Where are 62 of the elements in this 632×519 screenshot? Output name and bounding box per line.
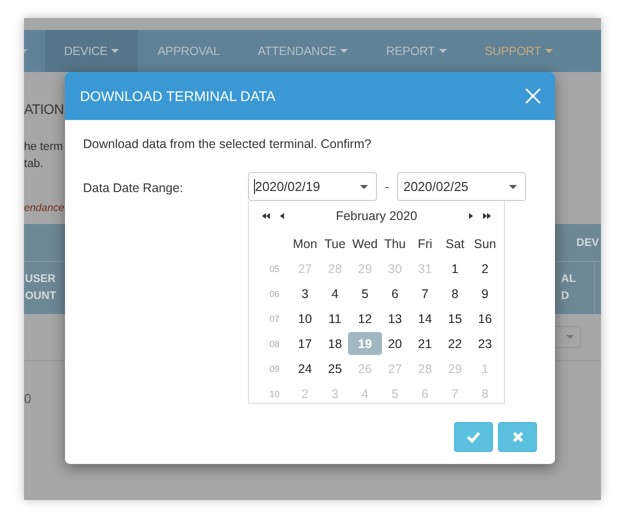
column-group-header: DEV — [576, 236, 599, 248]
week-number: 08 — [269, 338, 280, 348]
check-icon — [467, 431, 480, 443]
table-cell-text: 0 — [24, 391, 32, 406]
weekday-label: Wed — [352, 236, 378, 250]
calendar-day[interactable]: 16 — [470, 307, 500, 330]
page-heading: ATION — [24, 101, 64, 117]
calendar-day[interactable]: 21 — [410, 332, 440, 355]
weekday-label: Tue — [324, 236, 346, 250]
close-icon — [512, 432, 522, 442]
calendar-day[interactable]: 3 — [290, 282, 320, 305]
right-arrow-icon[interactable] — [469, 213, 473, 219]
calendar-day[interactable]: 8 — [440, 282, 470, 305]
caret-icon — [360, 184, 368, 188]
weekday-label: Sun — [474, 236, 496, 250]
weekday-label: Sat — [446, 236, 464, 250]
calendar-day[interactable]: 4 — [320, 282, 350, 305]
calendar-day[interactable]: 24 — [290, 357, 320, 380]
calendar-day[interactable]: 20 — [380, 332, 410, 355]
calendar-day[interactable]: 10 — [290, 307, 320, 330]
calendar-day[interactable]: 13 — [380, 307, 410, 330]
caret-icon — [566, 335, 574, 339]
calendar-day[interactable]: 14 — [410, 307, 440, 330]
field-label: Data Date Range: — [83, 181, 184, 197]
week-number: 09 — [269, 364, 280, 374]
description-text: he term — [24, 140, 63, 155]
double-left-arrow-icon[interactable] — [262, 213, 270, 219]
calendar-day[interactable]: 22 — [440, 332, 470, 355]
calendar-day[interactable]: 11 — [320, 307, 350, 330]
weekday-label: Mon — [292, 236, 318, 250]
calendar-day[interactable]: 9 — [470, 282, 500, 305]
month-title: February 2020 — [334, 209, 418, 223]
calendar-day[interactable]: 6 — [380, 282, 410, 305]
range-separator: - — [385, 179, 390, 194]
calendar-day[interactable]: 7 — [410, 282, 440, 305]
left-arrow-icon[interactable] — [280, 213, 284, 219]
message-text: Download data from the selected terminal. Confirm? — [83, 137, 372, 151]
week-number: 05 — [269, 264, 280, 274]
weekday-label: Fri — [418, 236, 432, 250]
date-field[interactable]: 2020/02/19 — [248, 172, 377, 201]
description-text: tab. — [24, 157, 44, 172]
column-header: USER OUNT — [25, 272, 56, 304]
calendar-day[interactable]: 1 — [440, 257, 470, 280]
calendar-day[interactable]: 2 — [470, 257, 500, 280]
calendar-day[interactable]: 17 — [290, 332, 320, 355]
week-number: 10 — [269, 388, 280, 398]
notice-text: endance — [24, 202, 64, 214]
week-number: 06 — [269, 288, 280, 298]
calendar-day[interactable]: 15 — [440, 307, 470, 330]
calendar-day[interactable]: 5 — [350, 282, 380, 305]
weekday-label: Thu — [384, 236, 406, 250]
week-number: 07 — [269, 314, 280, 324]
close-icon[interactable] — [525, 88, 541, 104]
column-header: AL D — [561, 262, 595, 314]
caret-icon — [509, 184, 518, 188]
double-right-arrow-icon[interactable] — [483, 213, 491, 219]
date-field[interactable]: 2020/02/25 — [397, 172, 526, 201]
calendar-day[interactable]: 23 — [470, 332, 500, 355]
dialog-title: DOWNLOAD TERMINAL DATA — [80, 88, 276, 104]
calendar-day[interactable]: 12 — [350, 307, 380, 330]
calendar-day[interactable]: 18 — [320, 332, 350, 355]
calendar-day[interactable]: 25 — [320, 357, 350, 380]
